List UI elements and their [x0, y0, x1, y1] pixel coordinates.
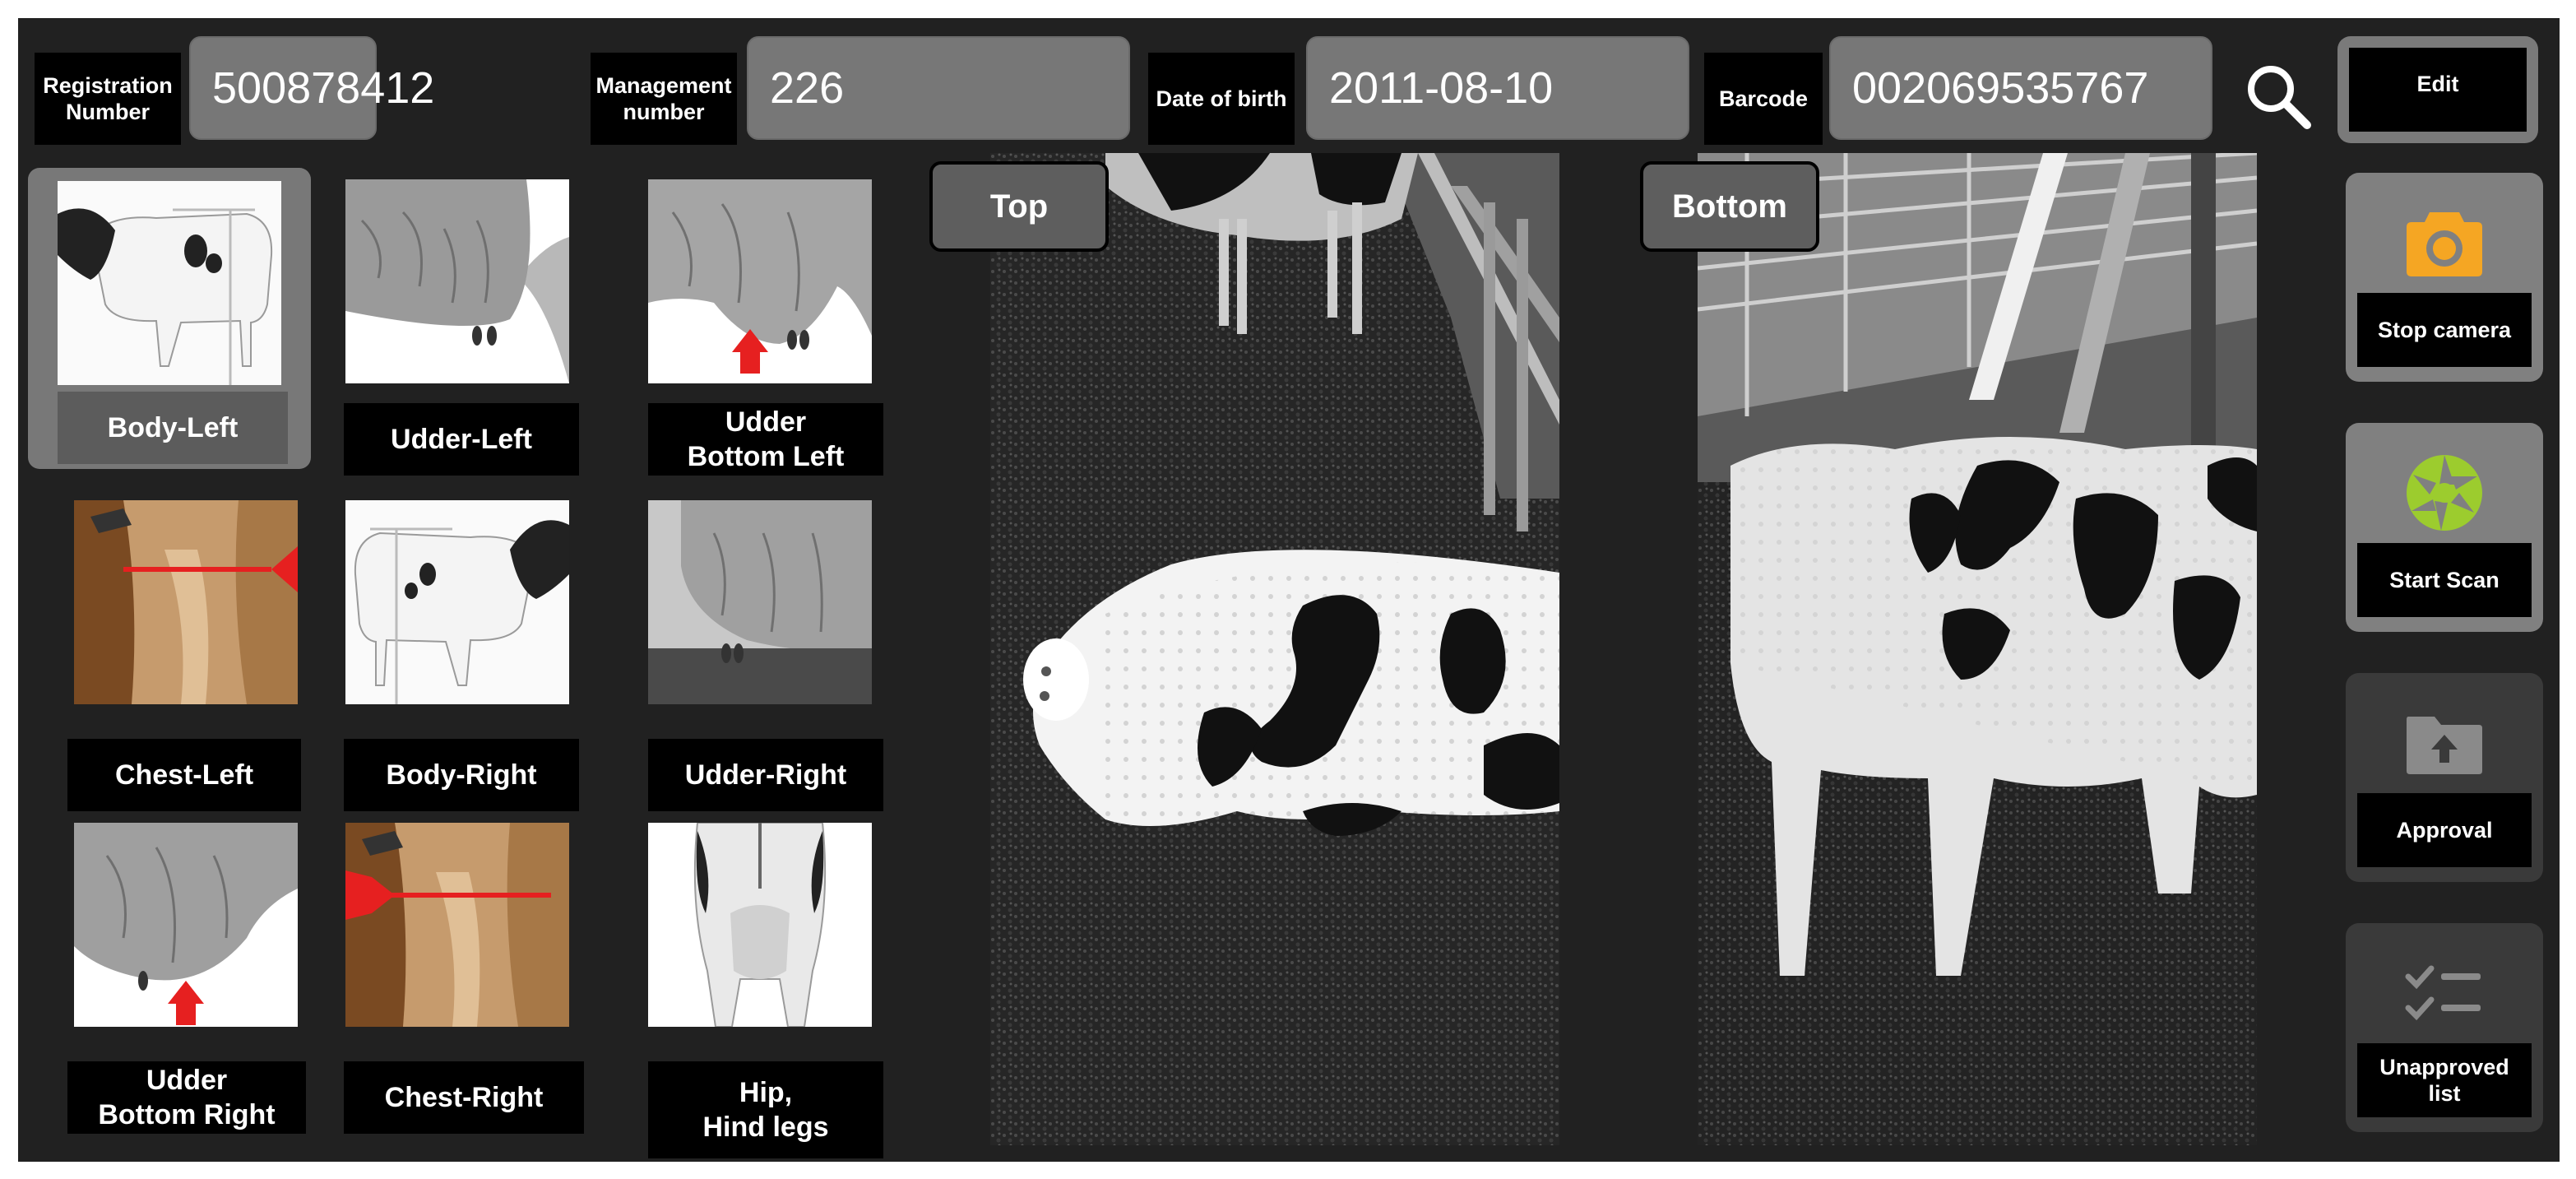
registration-number-field[interactable]: 500878412: [189, 36, 434, 140]
cow-body-left-image: [58, 181, 281, 385]
thumb-udder-bottom-left[interactable]: Udder Bottom Left: [646, 179, 887, 492]
chest-right-image: [345, 823, 569, 1027]
folder-upload-icon: [2407, 717, 2482, 774]
date-of-birth-field[interactable]: 2011-08-10: [1306, 36, 1689, 140]
camera-icon: [2407, 212, 2482, 276]
thumb-udder-right-label: Udder-Right: [648, 739, 883, 811]
approval-label: Approval: [2357, 793, 2532, 867]
thumb-udder-left[interactable]: Udder-Left: [344, 179, 584, 492]
management-number-field[interactable]: 226: [747, 36, 1130, 140]
approval-button[interactable]: Approval: [2346, 673, 2543, 882]
hip-hind-legs-image: [648, 823, 872, 1027]
udder-right-image: [648, 500, 872, 704]
edit-button-label: Edit: [2349, 48, 2527, 132]
aperture-icon: [2407, 455, 2482, 531]
thumb-udder-bottom-left-label: Udder Bottom Left: [648, 403, 883, 476]
thumb-udder-bottom-right-label: Udder Bottom Right: [67, 1061, 306, 1134]
search-button[interactable]: [2239, 51, 2318, 142]
bottom-view-image: [1698, 153, 2257, 1145]
stop-camera-button[interactable]: Stop camera: [2346, 173, 2543, 382]
management-number-label: Management number: [591, 53, 737, 145]
stop-camera-label: Stop camera: [2357, 293, 2532, 367]
thumb-chest-left-label: Chest-Left: [67, 739, 301, 811]
tab-bottom[interactable]: Bottom: [1640, 161, 1819, 252]
udder-bottom-right-image: [74, 823, 298, 1027]
start-scan-label: Start Scan: [2357, 543, 2532, 617]
barcode-label: Barcode: [1704, 53, 1823, 145]
search-icon: [2248, 66, 2311, 129]
udder-bottom-left-image: [648, 179, 872, 383]
thumb-chest-right-label: Chest-Right: [344, 1061, 584, 1134]
thumb-body-right-label: Body-Right: [344, 739, 579, 811]
unapproved-list-button[interactable]: Unapproved list: [2346, 923, 2543, 1132]
thumb-body-left[interactable]: Body-Left: [28, 168, 311, 469]
thumb-chest-left[interactable]: Chest-Left: [48, 500, 311, 815]
unapproved-list-label: Unapproved list: [2357, 1043, 2532, 1117]
thumb-hip-hind-legs[interactable]: Hip, Hind legs: [646, 823, 887, 1160]
thumb-udder-bottom-right[interactable]: Udder Bottom Right: [48, 823, 311, 1137]
chest-left-image: [74, 500, 298, 704]
tab-top[interactable]: Top: [929, 161, 1109, 252]
registration-number-label: Registration Number: [35, 53, 181, 145]
date-of-birth-label: Date of birth: [1148, 53, 1295, 145]
top-camera-view: [990, 153, 1559, 1145]
edit-button[interactable]: Edit: [2337, 36, 2538, 143]
thumb-chest-right[interactable]: Chest-Right: [344, 823, 591, 1137]
barcode-field[interactable]: 002069535767: [1829, 36, 2212, 140]
thumb-hip-hind-legs-label: Hip, Hind legs: [648, 1061, 883, 1158]
bottom-camera-view: [1698, 153, 2257, 1145]
thumb-body-left-label: Body-Left: [58, 392, 288, 464]
thumb-udder-left-label: Udder-Left: [344, 403, 579, 476]
start-scan-button[interactable]: Start Scan: [2346, 423, 2543, 632]
thumb-udder-right[interactable]: Udder-Right: [646, 500, 887, 815]
checklist-icon: [2405, 965, 2481, 1021]
udder-left-image: [345, 179, 569, 383]
cow-body-right-image: [345, 500, 569, 704]
thumb-body-right[interactable]: Body-Right: [344, 500, 584, 815]
app-window: Registration Number 500878412 Management…: [18, 18, 2560, 1162]
top-view-image: [990, 153, 1559, 1145]
